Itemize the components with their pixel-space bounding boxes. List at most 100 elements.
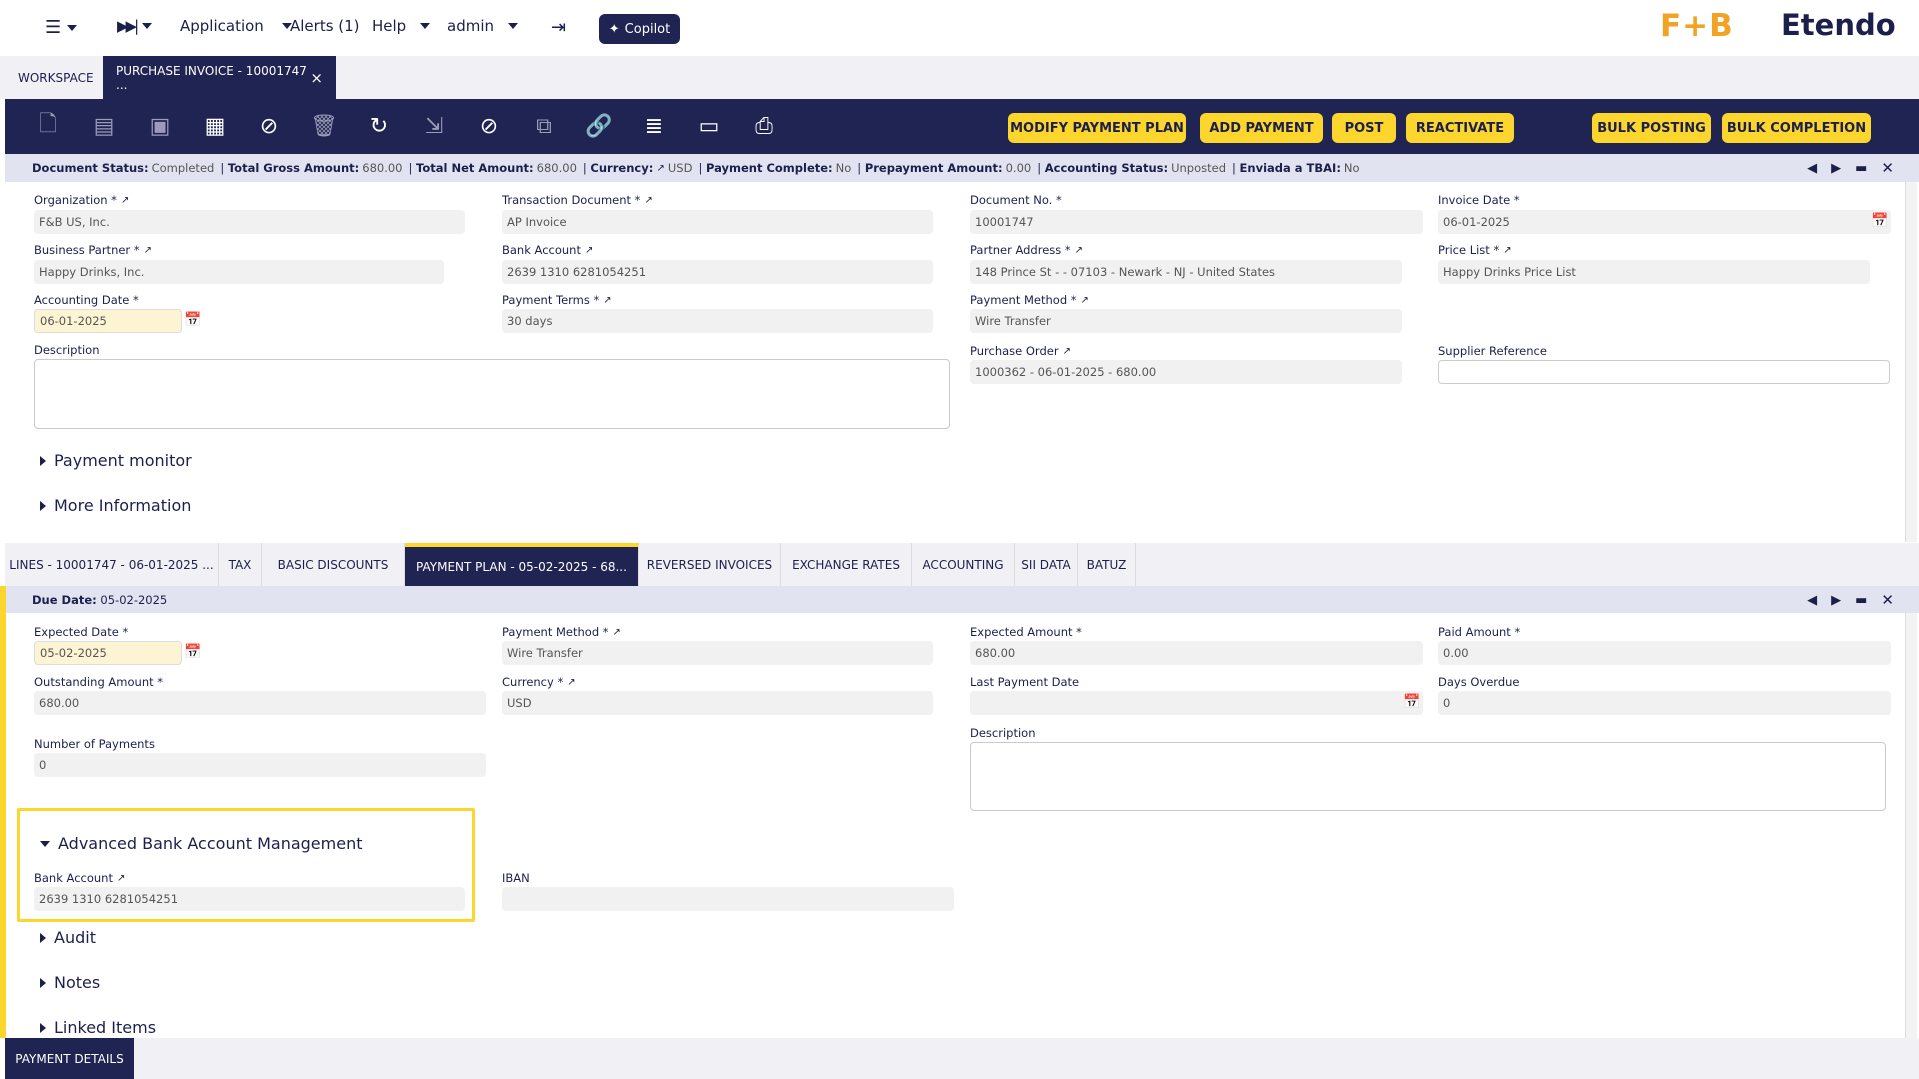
edit-icon[interactable]: ↗ xyxy=(603,295,611,306)
bank-account-field[interactable]: 2639 1310 6281054251 xyxy=(502,260,933,284)
edit-icon[interactable]: ↗ xyxy=(1081,295,1089,306)
save-icon[interactable]: ▣ xyxy=(146,112,174,140)
organization-field[interactable]: F&B US, Inc. xyxy=(34,210,465,234)
print-icon[interactable]: ⎙ xyxy=(750,112,778,140)
number-of-payments-field[interactable]: 0 xyxy=(34,753,486,777)
payment-details-tab[interactable]: PAYMENT DETAILS xyxy=(5,1038,134,1079)
bulk-completion-button[interactable]: BULK COMPLETION xyxy=(1722,113,1871,143)
user-menu[interactable]: admin xyxy=(447,17,518,35)
clone-icon[interactable]: ⧉ xyxy=(530,112,558,140)
logout-icon[interactable]: ⇥ xyxy=(551,17,566,38)
new-row-icon[interactable]: ▤ xyxy=(90,112,118,140)
post-button[interactable]: POST xyxy=(1332,113,1396,143)
plan-description-textarea[interactable] xyxy=(970,742,1886,811)
cancel-icon[interactable]: ⊘ xyxy=(255,112,283,140)
reactivate-button[interactable]: REACTIVATE xyxy=(1406,113,1514,143)
tab-reversed-invoices[interactable]: REVERSED INVOICES xyxy=(639,543,781,586)
tab-batuz[interactable]: BATUZ xyxy=(1078,543,1136,586)
notes-section[interactable]: Notes xyxy=(40,973,100,992)
maximize-icon[interactable]: ▬ xyxy=(1855,161,1867,176)
tab-lines[interactable]: LINES - 10001747 - 06-01-2025 ... xyxy=(5,543,219,586)
tab-purchase-invoice[interactable]: PURCHASE INVOICE - 10001747 ... × xyxy=(103,56,336,99)
linked-items-section[interactable]: Linked Items xyxy=(40,1018,156,1037)
menu-button[interactable]: ☰ xyxy=(45,17,78,38)
edit-icon[interactable]: ↗ xyxy=(1503,245,1511,256)
close-icon[interactable]: ✕ xyxy=(1881,159,1894,177)
next-icon[interactable]: ▶ xyxy=(1831,593,1841,608)
last-payment-date-field[interactable] xyxy=(970,691,1423,715)
copilot-button[interactable]: ✦ Copilot xyxy=(599,14,680,44)
transaction-document-field[interactable]: AP Invoice xyxy=(502,210,933,234)
edit-icon[interactable]: ↗ xyxy=(1075,245,1083,256)
iban-field[interactable] xyxy=(502,887,954,911)
price-list-field[interactable]: Happy Drinks Price List xyxy=(1438,260,1870,284)
delete-icon[interactable]: 🗑 xyxy=(310,112,338,140)
tab-exchange-rates[interactable]: EXCHANGE RATES xyxy=(781,543,912,586)
tab-payment-plan[interactable]: PAYMENT PLAN - 05-02-2025 - 68... xyxy=(405,543,639,586)
next-icon[interactable]: ▶ xyxy=(1831,161,1841,176)
calendar-icon[interactable]: 📅 xyxy=(184,644,201,660)
payment-monitor-section[interactable]: Payment monitor xyxy=(40,451,192,470)
edit-icon[interactable]: ↗ xyxy=(117,873,125,884)
add-payment-button[interactable]: ADD PAYMENT xyxy=(1200,113,1323,143)
plan-bank-account-field[interactable]: 2639 1310 6281054251 xyxy=(34,887,465,911)
tab-tax[interactable]: TAX xyxy=(219,543,262,586)
tab-workspace[interactable]: WORKSPACE xyxy=(5,56,103,99)
previous-icon[interactable]: ◀ xyxy=(1807,593,1817,608)
tab-basic-discounts[interactable]: BASIC DISCOUNTS xyxy=(262,543,405,586)
alerts-link[interactable]: Alerts (1) xyxy=(290,17,360,35)
expected-amount-field[interactable]: 680.00 xyxy=(970,641,1423,665)
edit-icon[interactable]: ↗ xyxy=(567,677,575,688)
header-scrollbar[interactable] xyxy=(1905,182,1917,542)
more-information-section[interactable]: More Information xyxy=(40,496,191,515)
tab-accounting[interactable]: ACCOUNTING xyxy=(912,543,1015,586)
quick-launch-button[interactable]: ▶▶| xyxy=(117,17,153,35)
export-icon[interactable]: ⇲ xyxy=(420,112,448,140)
expected-date-field[interactable]: 05-02-2025 xyxy=(34,641,182,665)
description-textarea[interactable] xyxy=(34,359,950,429)
partner-address-field[interactable]: 148 Prince St - - 07103 - Newark - NJ - … xyxy=(970,260,1402,284)
calendar-icon[interactable]: 📅 xyxy=(184,312,201,328)
edit-icon[interactable]: ↗ xyxy=(121,195,129,206)
edit-icon[interactable]: ↗ xyxy=(144,245,152,256)
close-icon[interactable]: × xyxy=(310,69,323,87)
calendar-icon[interactable]: 📅 xyxy=(1871,213,1888,229)
outstanding-amount-field[interactable]: 680.00 xyxy=(34,691,486,715)
calendar-icon[interactable]: 📅 xyxy=(1403,694,1420,710)
attachment-icon[interactable]: ⊘ xyxy=(475,112,503,140)
modify-payment-plan-button[interactable]: MODIFY PAYMENT PLAN xyxy=(1008,113,1186,143)
plan-payment-method-field[interactable]: Wire Transfer xyxy=(502,641,933,665)
invoice-date-field[interactable]: 06-01-2025 xyxy=(1438,210,1891,234)
edit-icon[interactable]: ↗ xyxy=(644,195,652,206)
close-icon[interactable]: ✕ xyxy=(1881,591,1894,609)
purchase-order-field[interactable]: 1000362 - 06-01-2025 - 680.00 xyxy=(970,360,1402,384)
business-partner-field[interactable]: Happy Drinks, Inc. xyxy=(34,260,444,284)
accounting-date-field[interactable]: 06-01-2025 xyxy=(34,309,182,333)
maximize-icon[interactable]: ▬ xyxy=(1855,593,1867,608)
audit-icon[interactable]: ≣ xyxy=(640,112,668,140)
refresh-icon[interactable]: ↻ xyxy=(365,112,393,140)
bulk-posting-button[interactable]: BULK POSTING xyxy=(1592,113,1711,143)
document-no-field[interactable]: 10001747 xyxy=(970,210,1423,234)
plan-scrollbar[interactable] xyxy=(1905,613,1917,1038)
grid-view-icon[interactable]: ▭ xyxy=(695,112,723,140)
audit-section[interactable]: Audit xyxy=(40,928,96,947)
supplier-reference-field[interactable] xyxy=(1438,360,1890,384)
tab-sii-data[interactable]: SII DATA xyxy=(1015,543,1078,586)
edit-icon[interactable]: ↗ xyxy=(1063,346,1071,357)
edit-icon[interactable]: ↗ xyxy=(585,245,593,256)
new-document-icon[interactable]: 🗋 xyxy=(34,112,62,140)
number-of-payments-label: Number of Payments xyxy=(34,737,155,751)
application-menu[interactable]: Application xyxy=(180,17,292,35)
payment-terms-field[interactable]: 30 days xyxy=(502,309,933,333)
payment-method-field[interactable]: Wire Transfer xyxy=(970,309,1402,333)
save-close-icon[interactable]: ▦ xyxy=(201,112,229,140)
paid-amount-field[interactable]: 0.00 xyxy=(1438,641,1891,665)
days-overdue-field[interactable]: 0 xyxy=(1438,691,1891,715)
advanced-bank-section[interactable]: Advanced Bank Account Management xyxy=(40,834,362,853)
plan-currency-field[interactable]: USD xyxy=(502,691,933,715)
previous-icon[interactable]: ◀ xyxy=(1807,161,1817,176)
edit-icon[interactable]: ↗ xyxy=(613,627,621,638)
help-menu[interactable]: Help xyxy=(372,17,431,35)
link-icon[interactable]: 🔗 xyxy=(585,112,613,140)
